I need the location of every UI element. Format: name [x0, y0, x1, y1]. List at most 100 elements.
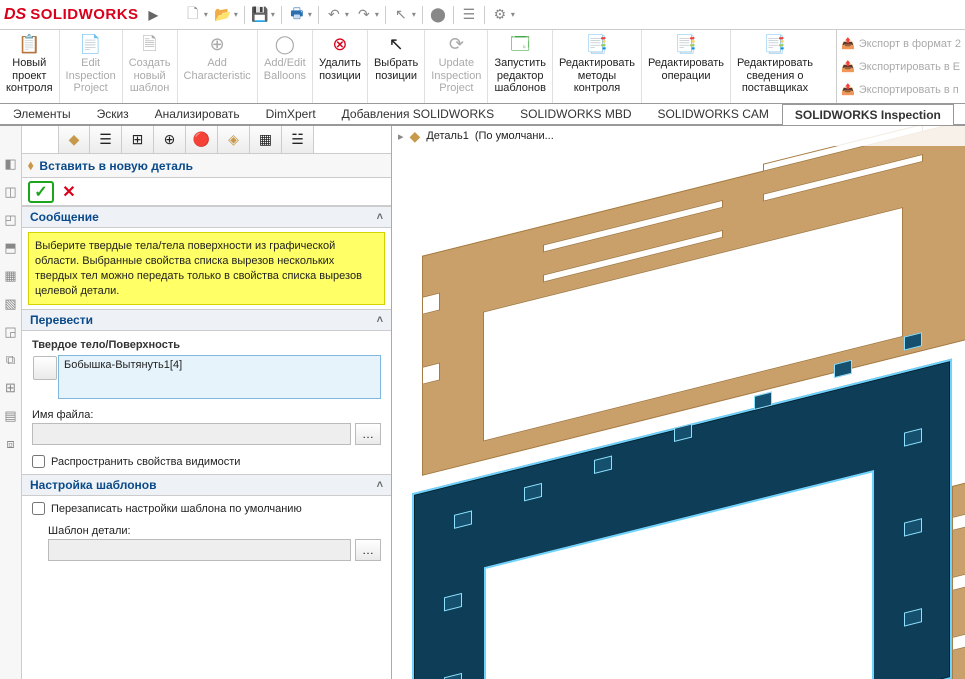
ribbon-add-characteristic[interactable]: ⊕Add Characteristic: [178, 30, 258, 103]
sidebar-ic-2[interactable]: ◫: [3, 184, 19, 200]
propagate-checkbox[interactable]: Распространить свойства видимости: [32, 455, 381, 468]
pm-title: ⬧ Вставить в новую деталь: [22, 154, 391, 178]
sidebar-ic-5[interactable]: ▦: [3, 268, 19, 284]
export-p[interactable]: 📤Экспортировать в п: [841, 83, 961, 96]
select-icon[interactable]: ↖: [390, 4, 412, 26]
print-icon[interactable]: 🖶: [286, 4, 308, 26]
ribbon-edit-methods[interactable]: 📑Редактировать методы контроля: [553, 30, 642, 103]
filename-input[interactable]: [32, 423, 351, 445]
tab-addins[interactable]: Добавления SOLIDWORKS: [329, 103, 508, 124]
pm-ok-cancel: ✓ ✕: [22, 178, 391, 206]
pm-tab-tree[interactable]: ◈: [218, 126, 250, 153]
breadcrumb-part[interactable]: Деталь1: [426, 130, 469, 142]
redo-icon[interactable]: ↷: [353, 4, 375, 26]
sidebar-ic-3[interactable]: ◰: [3, 212, 19, 228]
breadcrumb-arrow-icon[interactable]: ▸: [398, 130, 404, 143]
left-sidebar: ◧ ◫ ◰ ⬒ ▦ ▧ ◲ ⧉ ⊞ ▤ ⧈: [0, 126, 22, 679]
pointer-icon: ↖: [384, 32, 408, 56]
browse-button[interactable]: …: [355, 423, 381, 445]
sidebar-ic-10[interactable]: ▤: [3, 408, 19, 424]
sidebar-ic-6[interactable]: ▧: [3, 296, 19, 312]
ribbon-edit-project[interactable]: 📄Edit Inspection Project: [60, 30, 123, 103]
ribbon-new-template[interactable]: 🗎Создать новый шаблон: [123, 30, 178, 103]
ribbon-update-project[interactable]: ⟳Update Inspection Project: [425, 30, 488, 103]
ribbon-delete-positions[interactable]: ⊗Удалить позиции: [313, 30, 368, 103]
new-icon[interactable]: 🗋: [182, 4, 204, 26]
ribbon-launch-editor[interactable]: 🗔Запустить редактор шаблонов: [488, 30, 553, 103]
filename-label: Имя файла:: [32, 409, 381, 421]
pm-tab-feature[interactable]: ◆: [58, 126, 90, 153]
chevron-up-icon: ˄: [377, 479, 383, 491]
export-icon: 📤: [841, 60, 855, 73]
logo-sw: SOLIDWORKS: [30, 6, 138, 23]
export-icon: 📤: [841, 37, 855, 50]
save-icon[interactable]: 💾: [249, 4, 271, 26]
template-browse-button[interactable]: …: [355, 539, 381, 561]
command-tabs: Элементы Эскиз Анализировать DimXpert До…: [0, 104, 965, 126]
undo-icon[interactable]: ↶: [323, 4, 345, 26]
overwrite-checkbox-input[interactable]: [32, 502, 45, 515]
ribbon-new-project[interactable]: 📋Новый проект контроля: [0, 30, 60, 103]
section-templates-header[interactable]: Настройка шаблонов ˄: [22, 474, 391, 496]
edit-icon: 📄: [79, 32, 103, 56]
sidebar-ic-4[interactable]: ⬒: [3, 240, 19, 256]
ribbon-edit-suppliers[interactable]: 📑Редактировать сведения о поставщиках: [731, 30, 819, 103]
editor-icon: 🗔: [508, 32, 532, 56]
insert-part-icon: ⬧: [28, 158, 33, 173]
template-input[interactable]: [48, 539, 351, 561]
export-format-2[interactable]: 📤Экспорт в формат 2: [841, 37, 961, 50]
tab-features[interactable]: Элементы: [0, 103, 84, 124]
pm-tab-display[interactable]: ⊞: [122, 126, 154, 153]
ok-button[interactable]: ✓: [28, 181, 54, 203]
main-area: ◧ ◫ ◰ ⬒ ▦ ▧ ◲ ⧉ ⊞ ▤ ⧈ ◆ ☰ ⊞ ⊕ 🔴 ◈ ▦ ☱ ⬧ …: [0, 126, 965, 679]
selected-body: Бобышка-Вытянуть1[4]: [64, 359, 182, 371]
tab-dimxpert[interactable]: DimXpert: [253, 103, 329, 124]
breadcrumb-config[interactable]: (По умолчани...: [475, 130, 554, 142]
pm-tab-config[interactable]: ☰: [90, 126, 122, 153]
tab-mbd[interactable]: SOLIDWORKS MBD: [507, 103, 644, 124]
message-text: Выберите твердые тела/тела поверхности и…: [28, 232, 385, 305]
sidebar-ic-8[interactable]: ⧉: [3, 352, 19, 368]
section-templates-body: Перезаписать настройки шаблона по умолча…: [22, 496, 391, 567]
logo-expand-icon[interactable]: ▶: [149, 8, 158, 22]
sidebar-ic-1[interactable]: ◧: [3, 156, 19, 172]
pm-tab-icons: ◆ ☰ ⊞ ⊕ 🔴 ◈ ▦ ☱: [22, 126, 391, 154]
section-transfer-header[interactable]: Перевести ˄: [22, 309, 391, 331]
rebuild-icon[interactable]: ⬤: [427, 4, 449, 26]
tab-sketch[interactable]: Эскиз: [84, 103, 142, 124]
propagate-checkbox-input[interactable]: [32, 455, 45, 468]
transfer-sublabel: Твердое тело/Поверхность: [32, 339, 381, 351]
sidebar-ic-11[interactable]: ⧈: [3, 436, 19, 452]
tab-evaluate[interactable]: Анализировать: [142, 103, 253, 124]
quick-access-toolbar: 🗋▾ 📂▾ 💾▾ 🖶▾ ↶▾ ↷▾ ↖▾ ⬤ ☰ ⚙▾: [182, 4, 517, 26]
balloons-icon: ◯: [273, 32, 297, 56]
app-logo: DS SOLIDWORKS ▶: [4, 6, 158, 24]
overwrite-checkbox[interactable]: Перезаписать настройки шаблона по умолча…: [32, 502, 381, 515]
tab-cam[interactable]: SOLIDWORKS CAM: [645, 103, 782, 124]
cancel-button[interactable]: ✕: [58, 181, 80, 203]
graphics-area[interactable]: ▸ ◆ Деталь1 (По умолчани...: [392, 126, 965, 679]
sidebar-ic-7[interactable]: ◲: [3, 324, 19, 340]
sidebar-ic-9[interactable]: ⊞: [3, 380, 19, 396]
3d-scene[interactable]: [392, 126, 965, 679]
section-message-header[interactable]: Сообщение ˄: [22, 206, 391, 228]
pm-tab-sheet[interactable]: ▦: [250, 126, 282, 153]
clipboard-icon: 📋: [17, 32, 41, 56]
open-icon[interactable]: 📂: [212, 4, 234, 26]
breadcrumb: ▸ ◆ Деталь1 (По умолчани...: [392, 126, 965, 146]
pm-tab-appearance[interactable]: 🔴: [186, 126, 218, 153]
export-e[interactable]: 📤Экспортировать в E: [841, 60, 961, 73]
logo-ds: DS: [4, 6, 26, 24]
ribbon-edit-operations[interactable]: 📑Редактировать операции: [642, 30, 731, 103]
selection-listbox[interactable]: Бобышка-Вытянуть1[4]: [58, 355, 381, 399]
settings-icon[interactable]: ⚙: [489, 4, 511, 26]
property-manager: ◆ ☰ ⊞ ⊕ 🔴 ◈ ▦ ☱ ⬧ Вставить в новую детал…: [22, 126, 392, 679]
tab-inspection[interactable]: SOLIDWORKS Inspection: [782, 104, 954, 125]
ribbon-add-balloons[interactable]: ◯Add/Edit Balloons: [258, 30, 313, 103]
options-list-icon[interactable]: ☰: [458, 4, 480, 26]
update-icon: ⟳: [444, 32, 468, 56]
pm-tab-extra[interactable]: ☱: [282, 126, 314, 153]
export-icon: 📤: [841, 83, 855, 96]
pm-tab-target[interactable]: ⊕: [154, 126, 186, 153]
ribbon-select-positions[interactable]: ↖Выбрать позиции: [368, 30, 425, 103]
